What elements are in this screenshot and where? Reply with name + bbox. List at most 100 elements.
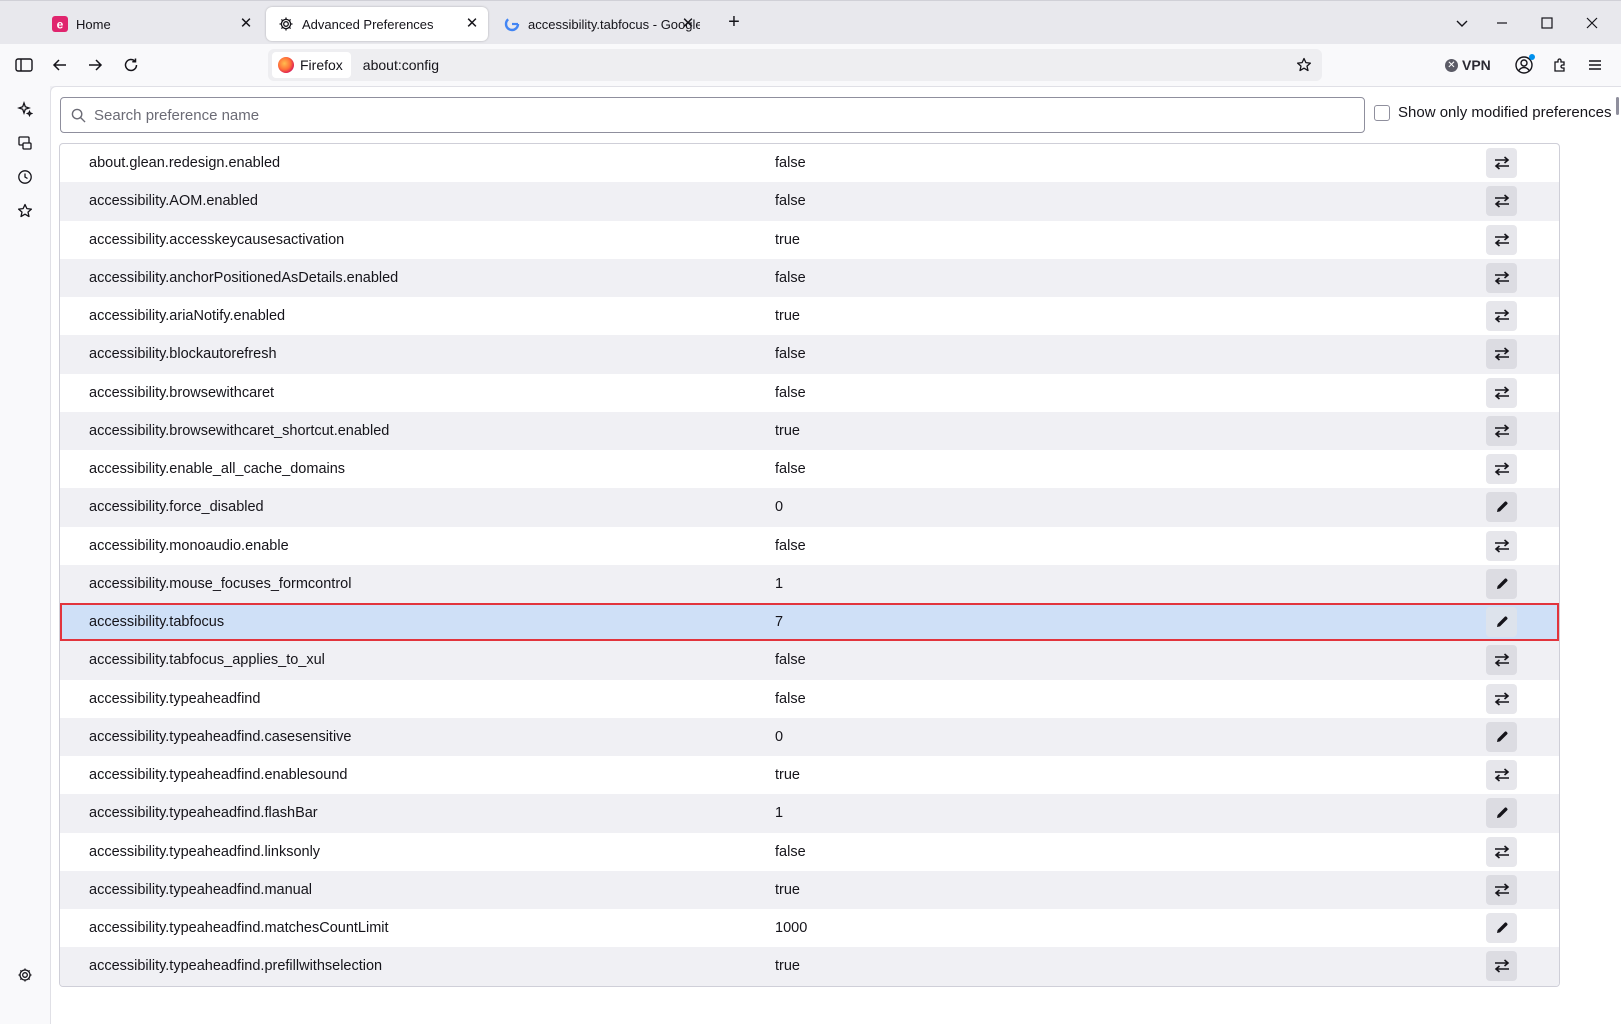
toggle-arrows-icon[interactable]: [1486, 339, 1517, 370]
search-preference-field[interactable]: [60, 97, 1365, 133]
bookmark-star-icon[interactable]: [1294, 55, 1314, 75]
pref-value: 1000: [775, 920, 808, 937]
toggle-arrows-icon[interactable]: [1486, 836, 1517, 867]
pref-value: true: [775, 767, 800, 784]
account-icon[interactable]: [1512, 53, 1536, 77]
edit-pencil-icon[interactable]: [1486, 913, 1517, 943]
pref-value: 1: [775, 805, 784, 822]
table-row[interactable]: accessibility.typeaheadfind.matchesCount…: [60, 909, 1559, 947]
synced-tabs-icon[interactable]: [14, 132, 36, 154]
customize-sidebar-gear-icon[interactable]: [14, 964, 36, 986]
history-clock-icon[interactable]: [14, 166, 36, 188]
table-row[interactable]: accessibility.tabfocus 7: [60, 603, 1559, 642]
pref-name: accessibility.force_disabled: [89, 499, 264, 516]
table-row[interactable]: accessibility.typeaheadfind.casesensitiv…: [60, 717, 1559, 756]
toggle-arrows-icon[interactable]: [1486, 530, 1517, 561]
maximize-icon[interactable]: [1535, 11, 1559, 35]
identity-label: Firefox: [300, 57, 343, 73]
close-icon[interactable]: ✕: [238, 16, 254, 32]
pref-name: accessibility.typeaheadfind.linksonly: [89, 843, 321, 860]
table-row[interactable]: accessibility.enable_all_cache_domains fa…: [60, 450, 1559, 488]
table-row[interactable]: accessibility.tabfocus_applies_to_xul fal…: [60, 641, 1559, 680]
window-close-icon[interactable]: [1580, 11, 1604, 35]
close-icon[interactable]: ✕: [464, 16, 480, 32]
table-row[interactable]: accessibility.typeaheadfind.linksonly fal…: [60, 833, 1559, 871]
show-modified-checkbox[interactable]: Show only modified preferences: [1374, 104, 1611, 121]
url-text[interactable]: about:config: [363, 57, 439, 73]
gear-icon: [278, 16, 294, 32]
pref-value: 0: [775, 499, 784, 516]
table-row[interactable]: accessibility.anchorPositionedAsDetails.…: [60, 258, 1559, 297]
table-row[interactable]: accessibility.monoaudio.enable false: [60, 527, 1559, 565]
minimize-icon[interactable]: [1490, 11, 1514, 35]
tab-google-search[interactable]: accessibility.tabfocus - Google S ✕: [492, 7, 704, 41]
pref-value: false: [775, 346, 806, 363]
edit-pencil-icon[interactable]: [1486, 607, 1517, 637]
toggle-arrows-icon[interactable]: [1486, 148, 1517, 178]
vpn-button[interactable]: ✕ VPN: [1445, 54, 1491, 76]
new-tab-button[interactable]: +: [723, 11, 745, 33]
reload-icon[interactable]: [119, 53, 143, 77]
table-row[interactable]: accessibility.typeaheadfind.flashBar 1: [60, 794, 1559, 833]
table-row[interactable]: accessibility.typeaheadfind false: [60, 680, 1559, 718]
menu-hamburger-icon[interactable]: [1583, 53, 1607, 77]
tab-list-chevron-down-icon[interactable]: [1450, 11, 1474, 35]
pref-name: accessibility.AOM.enabled: [89, 193, 258, 210]
svg-text:e: e: [57, 18, 64, 32]
show-modified-label: Show only modified preferences: [1398, 104, 1612, 121]
pref-name: accessibility.typeaheadfind.manual: [89, 881, 313, 898]
toggle-arrows-icon[interactable]: [1486, 262, 1517, 293]
pref-name: accessibility.anchorPositionedAsDetails.…: [89, 269, 399, 286]
tab-advanced-preferences[interactable]: Advanced Preferences ✕: [266, 7, 488, 41]
tab-label: Advanced Preferences: [302, 16, 434, 32]
toggle-arrows-icon[interactable]: [1486, 951, 1517, 982]
pref-name: accessibility.typeaheadfind.prefillwiths…: [89, 958, 383, 975]
table-row[interactable]: accessibility.mouse_focuses_formcontrol 1: [60, 564, 1559, 603]
extensions-icon[interactable]: [1548, 53, 1572, 77]
edit-pencil-icon[interactable]: [1486, 721, 1517, 752]
pref-name: accessibility.browsewithcaret: [89, 384, 275, 401]
table-row[interactable]: accessibility.typeaheadfind.enablesound t…: [60, 756, 1559, 794]
preferences-table: about.glean.redesign.enabled false accessi…: [59, 143, 1560, 987]
bookmarks-star-icon[interactable]: [14, 200, 36, 222]
ai-chat-sparkle-icon[interactable]: [14, 98, 36, 120]
checkbox[interactable]: [1374, 104, 1390, 121]
toggle-arrows-icon[interactable]: [1486, 377, 1517, 408]
pref-value: true: [775, 422, 800, 439]
pref-value: false: [775, 843, 806, 860]
toggle-arrows-icon[interactable]: [1486, 760, 1517, 790]
table-row[interactable]: accessibility.browsewithcaret_shortcut.e…: [60, 411, 1559, 450]
address-bar[interactable]: Firefox about:config: [268, 49, 1322, 81]
table-row[interactable]: accessibility.force_disabled 0: [60, 488, 1559, 527]
table-row[interactable]: accessibility.accesskeycausesactivation t…: [60, 221, 1559, 259]
table-row[interactable]: accessibility.typeaheadfind.prefillwiths…: [60, 947, 1559, 986]
toggle-arrows-icon[interactable]: [1486, 454, 1517, 484]
sidebar-toggle-icon[interactable]: [12, 53, 36, 77]
edit-pencil-icon[interactable]: [1486, 568, 1517, 599]
pref-name: accessibility.mouse_focuses_formcontrol: [89, 575, 352, 592]
table-row[interactable]: accessibility.typeaheadfind.manual true: [60, 870, 1559, 909]
tab-home[interactable]: e Home ✕: [40, 7, 262, 41]
scrollbar-thumb[interactable]: [1616, 97, 1619, 115]
edit-pencil-icon[interactable]: [1486, 798, 1517, 829]
close-icon[interactable]: ✕: [680, 16, 696, 32]
identity-box[interactable]: Firefox: [272, 52, 351, 78]
search-input[interactable]: [94, 106, 1294, 124]
edit-pencil-icon[interactable]: [1486, 492, 1517, 523]
pref-value: 1: [775, 575, 784, 592]
pref-name: accessibility.tabfocus: [89, 614, 225, 631]
table-row[interactable]: about.glean.redesign.enabled false: [60, 144, 1559, 182]
toggle-arrows-icon[interactable]: [1486, 683, 1517, 714]
toggle-arrows-icon[interactable]: [1486, 415, 1517, 446]
table-row[interactable]: accessibility.AOM.enabled false: [60, 182, 1559, 221]
table-row[interactable]: accessibility.ariaNotify.enabled true: [60, 297, 1559, 335]
toggle-arrows-icon[interactable]: [1486, 874, 1517, 905]
toggle-arrows-icon[interactable]: [1486, 224, 1517, 255]
table-row[interactable]: accessibility.blockautorefresh false: [60, 335, 1559, 374]
toggle-arrows-icon[interactable]: [1486, 186, 1517, 217]
toggle-arrows-icon[interactable]: [1486, 645, 1517, 676]
table-row[interactable]: accessibility.browsewithcaret false: [60, 374, 1559, 412]
back-arrow-icon[interactable]: [48, 53, 72, 77]
forward-arrow-icon[interactable]: [83, 53, 107, 77]
toggle-arrows-icon[interactable]: [1486, 301, 1517, 331]
